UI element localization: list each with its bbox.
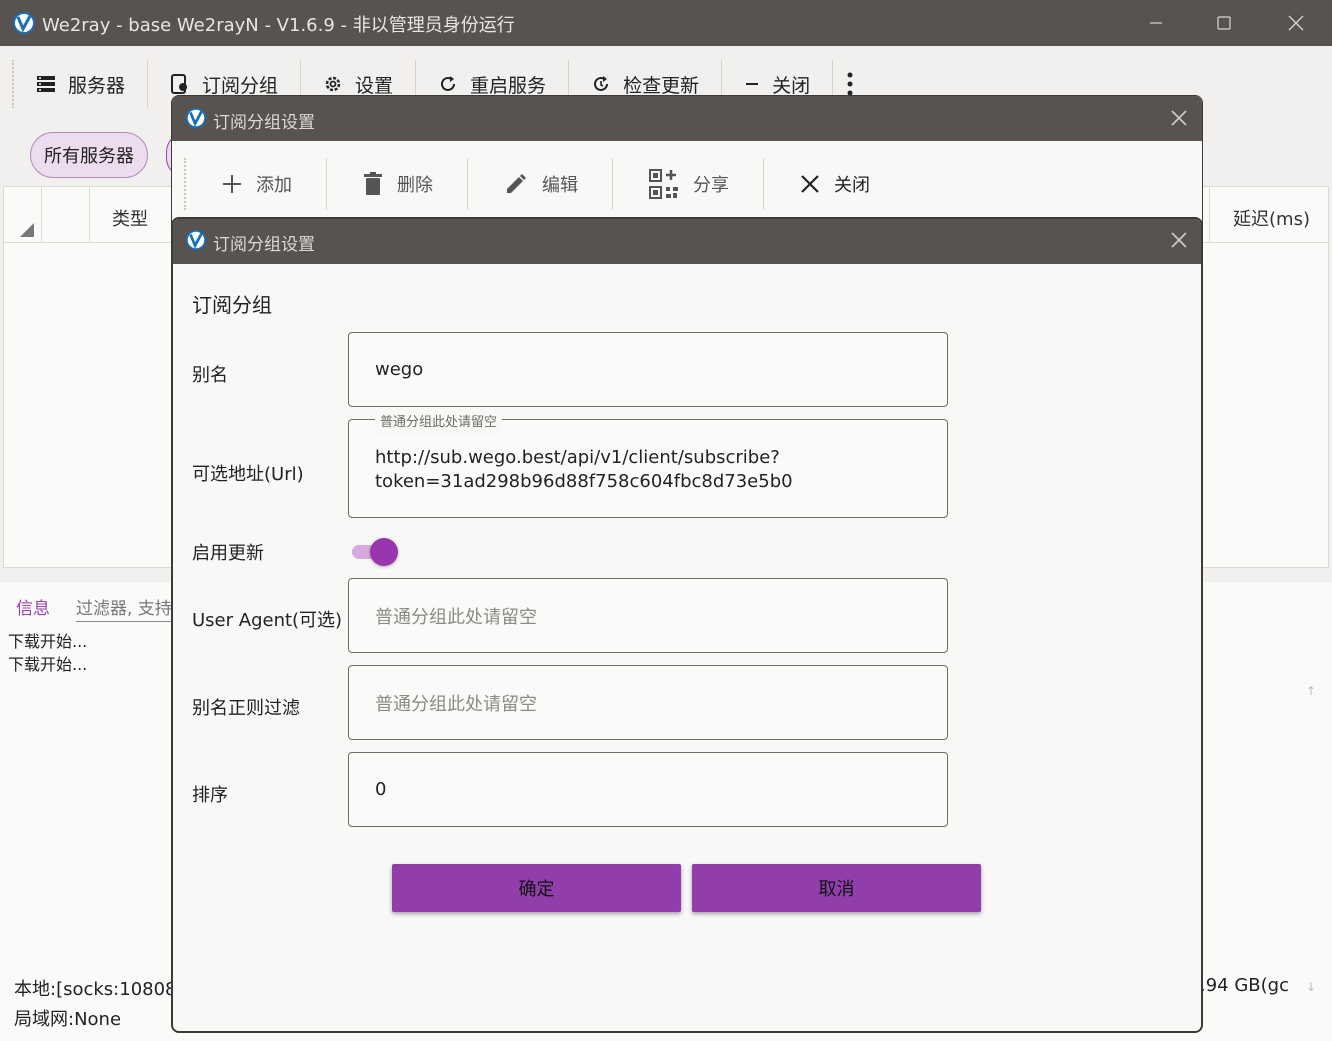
alias-regex-label: 别名正则过滤 bbox=[192, 698, 300, 719]
minus-icon bbox=[746, 83, 759, 85]
select-all-corner[interactable] bbox=[4, 187, 42, 243]
settings-label: 设置 bbox=[355, 74, 394, 97]
close-window-button[interactable] bbox=[1266, 0, 1326, 46]
main-titlebar: We2ray - base We2rayN - V1.6.9 - 非以管理员身份… bbox=[0, 0, 1332, 46]
status-lan: 局域网:None bbox=[14, 1009, 122, 1030]
update-icon bbox=[594, 76, 609, 91]
gear-icon bbox=[325, 76, 341, 92]
filter-chip-all-servers[interactable]: 所有服务器 bbox=[30, 132, 148, 178]
minimize-icon bbox=[1150, 22, 1162, 24]
log-line: 下载开始... bbox=[8, 632, 88, 651]
dialog-titlebar: 订阅分组设置 bbox=[173, 219, 1201, 264]
check-update-label: 检查更新 bbox=[623, 74, 700, 97]
restart-label: 重启服务 bbox=[470, 74, 547, 97]
enable-update-toggle[interactable] bbox=[352, 537, 400, 567]
url-line: token=31ad298b96d88f758c604fbc8d73e5b0 bbox=[375, 471, 793, 492]
close-dialog-button[interactable]: 关闭 bbox=[764, 158, 904, 210]
tab-info[interactable]: 信息 bbox=[16, 594, 50, 622]
close-dialog-label: 关闭 bbox=[834, 175, 870, 196]
edit-button[interactable]: 编辑 bbox=[468, 158, 613, 210]
subscription-icon bbox=[171, 74, 188, 94]
status-memory: .94 GB(gc bbox=[1200, 975, 1289, 996]
toggle-knob bbox=[370, 538, 398, 566]
column-header-blank[interactable] bbox=[42, 187, 90, 243]
plus-icon bbox=[223, 175, 241, 193]
dialog-title: 订阅分组设置 bbox=[213, 113, 315, 133]
pencil-icon bbox=[507, 174, 526, 193]
subscription-list-dialog: 订阅分组设置 添加 删除 编辑 分享 关闭 bbox=[171, 95, 1203, 225]
user-agent-label: User Agent(可选) bbox=[192, 610, 343, 631]
server-list-icon bbox=[37, 76, 55, 92]
share-label: 分享 bbox=[693, 175, 729, 196]
qr-code-icon bbox=[649, 169, 678, 199]
servers-label: 服务器 bbox=[68, 74, 126, 97]
refresh-icon bbox=[441, 76, 456, 91]
close-icon bbox=[801, 175, 819, 193]
app-logo-icon bbox=[13, 12, 35, 34]
log-tabs: 信息 过滤器, 支持 bbox=[16, 594, 172, 622]
url-input[interactable]: 普通分组此处请留空 http://sub.wego.best/api/v1/cl… bbox=[348, 411, 948, 518]
sort-label: 排序 bbox=[192, 785, 228, 806]
dialog-toolbar: 添加 删除 编辑 分享 关闭 bbox=[184, 158, 904, 210]
log-line: 下载开始... bbox=[8, 655, 88, 674]
dialog-titlebar: 订阅分组设置 bbox=[172, 96, 1202, 141]
cancel-button[interactable]: 取消 bbox=[692, 864, 981, 912]
close-icon[interactable] bbox=[1170, 109, 1188, 127]
dialog-title: 订阅分组设置 bbox=[213, 235, 315, 255]
add-button[interactable]: 添加 bbox=[186, 158, 327, 210]
window-title: We2ray - base We2rayN - V1.6.9 - 非以管理员身份… bbox=[42, 15, 515, 36]
log-output: 下载开始... 下载开始... bbox=[8, 630, 87, 676]
minimize-button[interactable] bbox=[1126, 0, 1186, 46]
close-main-label: 关闭 bbox=[772, 74, 811, 97]
column-header-type[interactable]: 类型 bbox=[112, 205, 148, 231]
sort-input[interactable]: 0 bbox=[348, 752, 948, 827]
trash-icon bbox=[364, 172, 382, 195]
subscription-label: 订阅分组 bbox=[202, 74, 279, 97]
enable-update-label: 启用更新 bbox=[192, 543, 264, 564]
maximize-icon bbox=[1217, 16, 1231, 30]
share-button[interactable]: 分享 bbox=[613, 158, 764, 210]
column-divider bbox=[1209, 187, 1210, 243]
more-vertical-icon bbox=[847, 72, 853, 96]
log-filter-input[interactable]: 过滤器, 支持 bbox=[76, 594, 172, 622]
close-icon bbox=[1288, 15, 1304, 31]
servers-button[interactable]: 服务器 bbox=[14, 60, 149, 108]
delete-button[interactable]: 删除 bbox=[327, 158, 468, 210]
close-icon[interactable] bbox=[1170, 231, 1188, 249]
delete-label: 删除 bbox=[397, 175, 433, 196]
scroll-down-icon[interactable]: ↓ bbox=[1306, 980, 1320, 994]
user-agent-input[interactable]: 普通分组此处请留空 bbox=[348, 578, 948, 653]
alias-regex-input[interactable]: 普通分组此处请留空 bbox=[348, 665, 948, 740]
url-line: http://sub.wego.best/api/v1/client/subsc… bbox=[375, 447, 780, 468]
subscription-settings-dialog: 订阅分组设置 订阅分组 别名 wego 可选地址(Url) 普通分组此处请留空 … bbox=[171, 217, 1203, 1033]
add-label: 添加 bbox=[256, 175, 292, 196]
edit-label: 编辑 bbox=[542, 175, 578, 196]
url-hint: 普通分组此处请留空 bbox=[375, 411, 503, 435]
alias-input[interactable]: wego bbox=[348, 332, 948, 407]
confirm-button[interactable]: 确定 bbox=[392, 864, 681, 912]
corner-triangle-icon bbox=[20, 223, 34, 237]
section-heading: 订阅分组 bbox=[192, 293, 272, 317]
alias-label: 别名 bbox=[192, 365, 228, 386]
column-header-latency[interactable]: 延迟(ms) bbox=[1233, 205, 1310, 231]
url-label: 可选地址(Url) bbox=[192, 464, 304, 485]
status-local-port: 本地:[socks:10808] bbox=[14, 979, 184, 1000]
app-logo-icon bbox=[185, 229, 207, 251]
maximize-button[interactable] bbox=[1194, 0, 1254, 46]
scroll-up-icon[interactable]: ↑ bbox=[1306, 684, 1320, 698]
app-logo-icon bbox=[185, 107, 207, 129]
